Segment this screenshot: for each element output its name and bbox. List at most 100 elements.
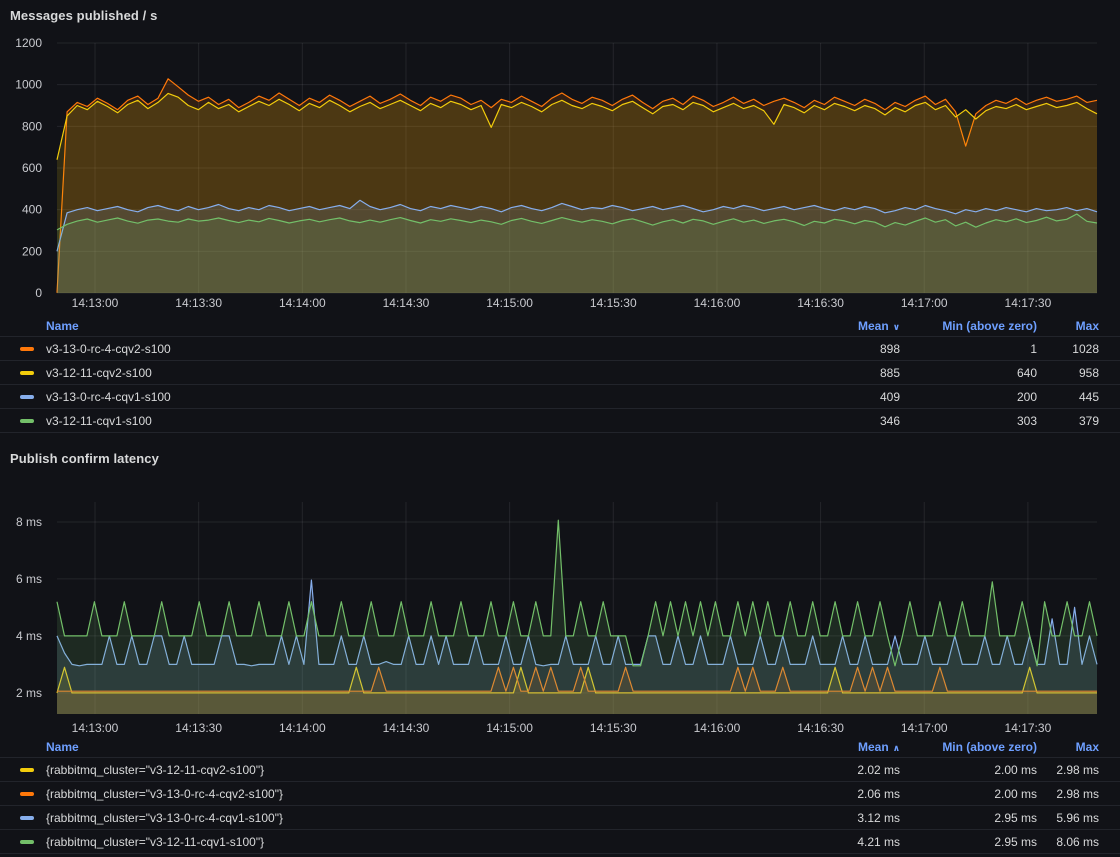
- series-color-swatch[interactable]: [20, 347, 34, 351]
- legend-max-value: 958: [1037, 366, 1099, 380]
- legend-row: v3-13-0-rc-4-cqv2-s100 89811028: [0, 337, 1120, 361]
- sort-direction-icon: ∨: [893, 322, 900, 332]
- legend-row: {rabbitmq_cluster="v3-13-0-rc-4-cqv1-s10…: [0, 806, 1120, 830]
- y-axis-label: 2 ms: [16, 686, 42, 700]
- legend-row: {rabbitmq_cluster="v3-12-11-cqv2-s100"} 2…: [0, 758, 1120, 782]
- legend-min-value: 2.95 ms: [900, 835, 1037, 849]
- series-color-swatch[interactable]: [20, 395, 34, 399]
- y-axis-label: 600: [22, 161, 42, 175]
- legend-series: v3-13-0-rc-4-cqv1-s100: [20, 390, 790, 404]
- y-axis-label: 4 ms: [16, 629, 42, 643]
- legend-series: v3-12-11-cqv1-s100: [20, 414, 790, 428]
- legend-max-value: 1028: [1037, 342, 1099, 356]
- series-area-v3-12-11-cqv1-s100: [57, 214, 1097, 293]
- x-axis-label: 14:16:00: [694, 296, 741, 310]
- series-color-swatch[interactable]: [20, 371, 34, 375]
- x-axis-label: 14:16:30: [797, 296, 844, 310]
- sort-direction-icon: ∧: [893, 743, 900, 753]
- legend-row: v3-12-11-cqv2-s100 885640958: [0, 361, 1120, 385]
- legend-rows: {rabbitmq_cluster="v3-12-11-cqv2-s100"} 2…: [0, 758, 1120, 854]
- legend-series: {rabbitmq_cluster="v3-13-0-rc-4-cqv2-s10…: [20, 787, 790, 801]
- timeseries-chart-messages-published[interactable]: 02004006008001000120014:13:0014:13:3014:…: [0, 26, 1120, 315]
- x-axis-label: 14:13:30: [175, 721, 222, 735]
- x-axis-label: 14:16:30: [797, 721, 844, 735]
- series-color-swatch[interactable]: [20, 792, 34, 796]
- series-color-swatch[interactable]: [20, 840, 34, 844]
- x-axis-label: 14:14:00: [279, 721, 326, 735]
- legend-max-value: 445: [1037, 390, 1099, 404]
- panel-title-publish-confirm-latency[interactable]: Publish confirm latency: [0, 449, 1120, 469]
- y-axis-label: 0: [35, 286, 42, 300]
- legend-mean-value: 885: [790, 366, 900, 380]
- y-axis-label: 800: [22, 119, 42, 133]
- legend-series-name[interactable]: {rabbitmq_cluster="v3-13-0-rc-4-cqv1-s10…: [46, 811, 283, 825]
- x-axis-label: 14:14:30: [383, 296, 430, 310]
- x-axis-label: 14:17:30: [1005, 721, 1052, 735]
- legend-table-messages: Name Mean∨ Min (above zero) Max v3-13-0-…: [0, 315, 1120, 433]
- y-axis-label: 1000: [15, 78, 42, 92]
- legend-header-max[interactable]: Max: [1037, 319, 1099, 333]
- legend-header-max[interactable]: Max: [1037, 740, 1099, 754]
- legend-mean-value: 898: [790, 342, 900, 356]
- y-axis-label: 400: [22, 203, 42, 217]
- x-axis-label: 14:15:30: [590, 721, 637, 735]
- x-axis-label: 14:17:00: [901, 721, 948, 735]
- legend-max-value: 379: [1037, 414, 1099, 428]
- panel-title-messages-published[interactable]: Messages published / s: [0, 6, 1120, 26]
- legend-header-name[interactable]: Name: [20, 319, 790, 333]
- legend-header-min[interactable]: Min (above zero): [900, 740, 1037, 754]
- legend-table-latency: Name Mean∧ Min (above zero) Max {rabbitm…: [0, 736, 1120, 854]
- legend-rows: v3-13-0-rc-4-cqv2-s100 89811028 v3-12-11-c…: [0, 337, 1120, 433]
- legend-series: {rabbitmq_cluster="v3-12-11-cqv2-s100"}: [20, 763, 790, 777]
- legend-series-name[interactable]: v3-12-11-cqv2-s100: [46, 366, 152, 380]
- y-axis-label: 200: [22, 244, 42, 258]
- timeseries-chart-publish-confirm-latency[interactable]: 2 ms4 ms6 ms8 ms14:13:0014:13:3014:14:00…: [0, 484, 1120, 736]
- legend-row: v3-13-0-rc-4-cqv1-s100 409200445: [0, 385, 1120, 409]
- grafana-dashboard: Messages published / s 0 200 400 600 800 1000…: [0, 0, 1120, 857]
- legend-header-row: Name Mean∧ Min (above zero) Max: [0, 736, 1120, 758]
- legend-mean-value: 2.02 ms: [790, 763, 900, 777]
- legend-min-value: 2.00 ms: [900, 787, 1037, 801]
- series-color-swatch[interactable]: [20, 768, 34, 772]
- legend-series-name[interactable]: {rabbitmq_cluster="v3-13-0-rc-4-cqv2-s10…: [46, 787, 283, 801]
- legend-series-name[interactable]: v3-12-11-cqv1-s100: [46, 414, 152, 428]
- legend-mean-value: 2.06 ms: [790, 787, 900, 801]
- legend-series-name[interactable]: {rabbitmq_cluster="v3-12-11-cqv2-s100"}: [46, 763, 264, 777]
- legend-mean-value: 409: [790, 390, 900, 404]
- legend-max-value: 5.96 ms: [1037, 811, 1099, 825]
- legend-min-value: 303: [900, 414, 1037, 428]
- x-axis-label: 14:15:00: [486, 721, 533, 735]
- legend-mean-value: 346: [790, 414, 900, 428]
- legend-mean-value: 4.21 ms: [790, 835, 900, 849]
- x-axis-label: 14:13:00: [72, 296, 119, 310]
- y-axis-label: 1200: [15, 36, 42, 50]
- legend-series: v3-13-0-rc-4-cqv2-s100: [20, 342, 790, 356]
- x-axis-label: 14:15:30: [590, 296, 637, 310]
- legend-row: v3-12-11-cqv1-s100 346303379: [0, 409, 1120, 433]
- legend-header-row: Name Mean∨ Min (above zero) Max: [0, 315, 1120, 337]
- legend-max-value: 8.06 ms: [1037, 835, 1099, 849]
- legend-header-name[interactable]: Name: [20, 740, 790, 754]
- legend-row: {rabbitmq_cluster="v3-12-11-cqv1-s100"} 4…: [0, 830, 1120, 854]
- legend-series-name[interactable]: v3-13-0-rc-4-cqv2-s100: [46, 342, 171, 356]
- legend-mean-value: 3.12 ms: [790, 811, 900, 825]
- legend-min-value: 1: [900, 342, 1037, 356]
- x-axis-label: 14:14:30: [383, 721, 430, 735]
- legend-series-name[interactable]: {rabbitmq_cluster="v3-12-11-cqv1-s100"}: [46, 835, 264, 849]
- legend-header-mean[interactable]: Mean∨: [790, 319, 900, 333]
- legend-header-min[interactable]: Min (above zero): [900, 319, 1037, 333]
- y-axis-label: 8 ms: [16, 515, 42, 529]
- x-axis-label: 14:17:30: [1005, 296, 1052, 310]
- y-axis-label: 6 ms: [16, 572, 42, 586]
- panel-messages-published: Messages published / s 0 200 400 600 800 1000…: [0, 0, 1120, 433]
- legend-series: {rabbitmq_cluster="v3-13-0-rc-4-cqv1-s10…: [20, 811, 790, 825]
- legend-min-value: 200: [900, 390, 1037, 404]
- legend-min-value: 640: [900, 366, 1037, 380]
- legend-header-mean[interactable]: Mean∧: [790, 740, 900, 754]
- legend-min-value: 2.00 ms: [900, 763, 1037, 777]
- x-axis-label: 14:16:00: [694, 721, 741, 735]
- legend-series-name[interactable]: v3-13-0-rc-4-cqv1-s100: [46, 390, 171, 404]
- x-axis-label: 14:14:00: [279, 296, 326, 310]
- series-color-swatch[interactable]: [20, 419, 34, 423]
- series-color-swatch[interactable]: [20, 816, 34, 820]
